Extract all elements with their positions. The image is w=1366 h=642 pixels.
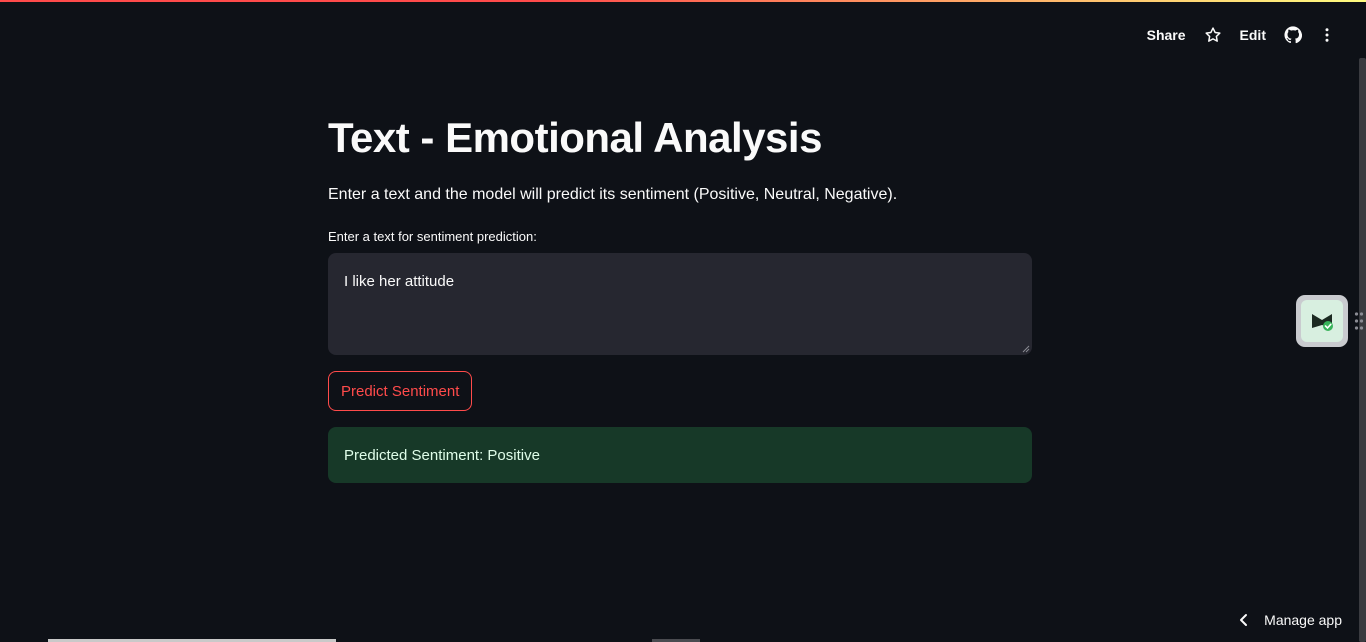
manage-app-label: Manage app [1264,612,1342,628]
predict-sentiment-button[interactable]: Predict Sentiment [328,371,473,411]
drag-handle-icon[interactable] [1354,311,1364,331]
vertical-scrollbar[interactable] [1359,58,1366,642]
share-button[interactable]: Share [1141,23,1192,47]
kebab-menu-icon[interactable] [1314,22,1340,48]
star-icon[interactable] [1200,22,1226,48]
prediction-result-alert: Predicted Sentiment: Positive [328,427,1032,483]
text-input-label: Enter a text for sentiment prediction: [328,229,537,244]
top-decoration-bar [0,0,1366,2]
resize-grip-icon[interactable] [1020,343,1030,353]
app-toolbar: Share Edit [1141,22,1340,48]
leaf-check-icon [1301,300,1343,342]
extension-widget-button[interactable] [1296,295,1348,347]
manage-app-button[interactable]: Manage app [1238,612,1342,628]
prediction-result-text: Predicted Sentiment: Positive [344,446,540,464]
text-input-value: I like her attitude [344,273,455,290]
page-description: Enter a text and the model will predict … [328,186,898,203]
page-title: Text - Emotional Analysis [328,114,822,161]
chevron-left-icon [1240,614,1248,626]
github-icon[interactable] [1280,22,1306,48]
edit-button[interactable]: Edit [1234,23,1272,47]
sentiment-text-input[interactable]: I like her attitude [328,253,1032,355]
